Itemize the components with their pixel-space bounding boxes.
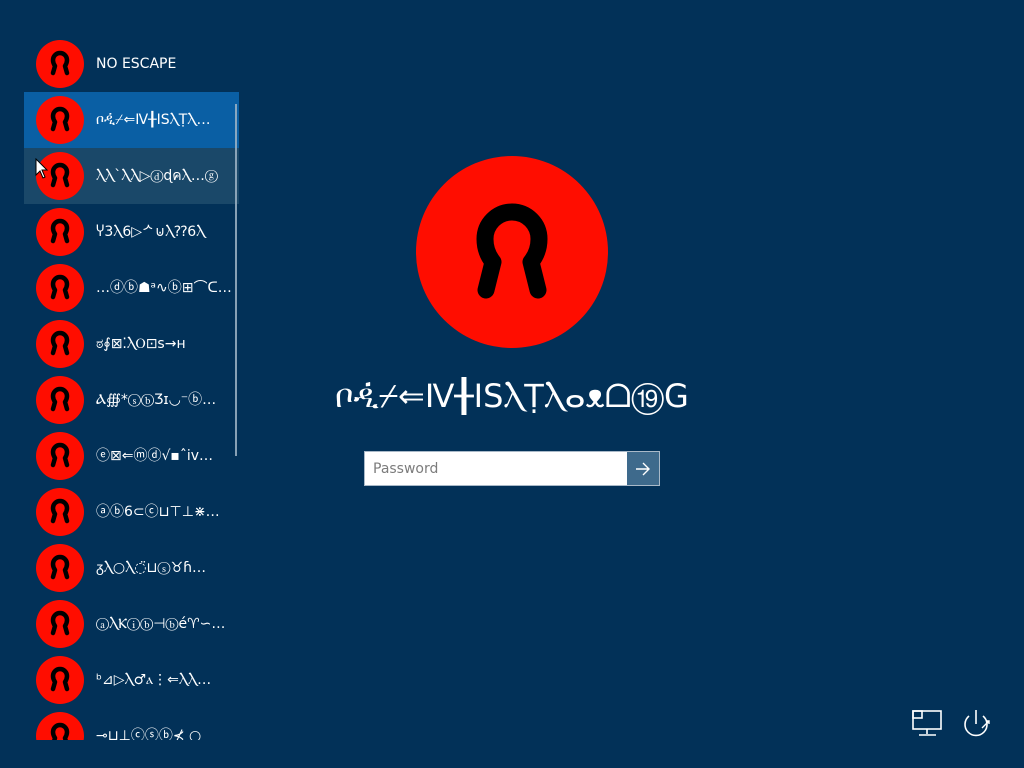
- user-avatar-icon: [36, 432, 84, 480]
- user-name: NO ESCAPE: [96, 56, 177, 72]
- selected-user-name: ቦዲ፞⌿⇐Ⅳ╂ISⲖṬⲖⴰᴥᗝ⑲G: [335, 377, 689, 415]
- user-avatar-icon: [36, 488, 84, 536]
- user-item[interactable]: ⓔ⊠⇐ⓜⓓ√▪ˆiv…: [24, 428, 239, 484]
- network-icon[interactable]: [910, 706, 946, 742]
- user-name: ᵹⲖ○Ⲗ◌̈⊔ⓢ♉ɦ…: [96, 560, 206, 576]
- user-avatar-icon: [36, 544, 84, 592]
- user-avatar-icon: [36, 376, 84, 424]
- user-name: …ⓓⓑ☗ᵃ∿ⓑ⊞⌒ᑕᓗⲖ: [96, 280, 232, 296]
- user-list: NO ESCAPE ቦዲ፞⌿⇐Ⅳ╂ISⲖṬⲖ… ⲖⲖ`ⲖⲖ▷ⓓɖคⲖ…ⓖ Ⴤ3Ⲗ…: [24, 36, 240, 740]
- user-name: Ⴤ3Ⲗ6▷ᄼ⊍Ⲗ⁇6Ⲗ: [96, 224, 206, 240]
- user-name: ቦዲ፞⌿⇐Ⅳ╂ISⲖṬⲖ…: [96, 112, 211, 128]
- user-name: ⓐⓑ6⊂ⓒ⊔⊤⊥⋇…: [96, 504, 220, 520]
- user-avatar-icon: [36, 320, 84, 368]
- user-item[interactable]: ᵹⲖ○Ⲗ◌̈⊔ⓢ♉ɦ…: [24, 540, 239, 596]
- user-item[interactable]: ⓐⲖⲔⓘⓑ⊣ⓑé♈∽…: [24, 596, 239, 652]
- submit-button[interactable]: [627, 452, 659, 485]
- user-name: ⓐⲖⲔⓘⓑ⊣ⓑé♈∽…: [96, 616, 226, 632]
- user-avatar-icon: [36, 208, 84, 256]
- user-item[interactable]: Ⲁ∰*ⓢⓑƷɪ◡⁻ⓑ…: [24, 372, 239, 428]
- user-item[interactable]: ⊸⊔⊥ⓒⓢⓑ⊀ ○: [24, 708, 239, 740]
- user-name: ⓔ⊠⇐ⓜⓓ√▪ˆiv…: [96, 448, 214, 464]
- user-avatar-icon: [36, 656, 84, 704]
- user-name: ᵇ⊿▷Ⲗ♂ⲁ⋮⇐ⲖⲖ…: [96, 672, 212, 688]
- user-name: ⊸⊔⊥ⓒⓢⓑ⊀ ○: [96, 728, 202, 740]
- user-avatar-icon: [36, 96, 84, 144]
- user-item[interactable]: ⓐⓑ6⊂ⓒ⊔⊤⊥⋇…: [24, 484, 239, 540]
- user-name: ⲖⲖ`ⲖⲖ▷ⓓɖคⲖ…ⓖ: [96, 168, 218, 184]
- arrow-right-icon: [636, 462, 650, 475]
- user-avatar-icon: [36, 264, 84, 312]
- user-name: ಠ∮⊠⁚ⲖⲞ⊡s→ʜ: [96, 336, 186, 352]
- password-input[interactable]: [365, 452, 627, 485]
- password-field-container: [364, 451, 660, 486]
- user-item[interactable]: Ⴤ3Ⲗ6▷ᄼ⊍Ⲗ⁇6Ⲗ: [24, 204, 239, 260]
- mouse-cursor-icon: [35, 158, 49, 179]
- user-item[interactable]: ᵇ⊿▷Ⲗ♂ⲁ⋮⇐ⲖⲖ…: [24, 652, 239, 708]
- user-item[interactable]: ಠ∮⊠⁚ⲖⲞ⊡s→ʜ: [24, 316, 239, 372]
- user-item[interactable]: …ⓓⓑ☗ᵃ∿ⓑ⊞⌒ᑕᓗⲖ: [24, 260, 239, 316]
- power-icon[interactable]: [958, 706, 994, 742]
- user-item-selected[interactable]: ቦዲ፞⌿⇐Ⅳ╂ISⲖṬⲖ…: [24, 92, 239, 148]
- selected-user-avatar-icon: [416, 156, 608, 348]
- lock-screen: NO ESCAPE ቦዲ፞⌿⇐Ⅳ╂ISⲖṬⲖ… ⲖⲖ`ⲖⲖ▷ⓓɖคⲖ…ⓖ Ⴤ3Ⲗ…: [0, 0, 1024, 768]
- user-avatar-icon: [36, 712, 84, 740]
- user-item-hovered[interactable]: ⲖⲖ`ⲖⲖ▷ⓓɖคⲖ…ⓖ: [24, 148, 239, 204]
- user-item[interactable]: NO ESCAPE: [24, 36, 239, 92]
- user-avatar-icon: [36, 40, 84, 88]
- user-avatar-icon: [36, 600, 84, 648]
